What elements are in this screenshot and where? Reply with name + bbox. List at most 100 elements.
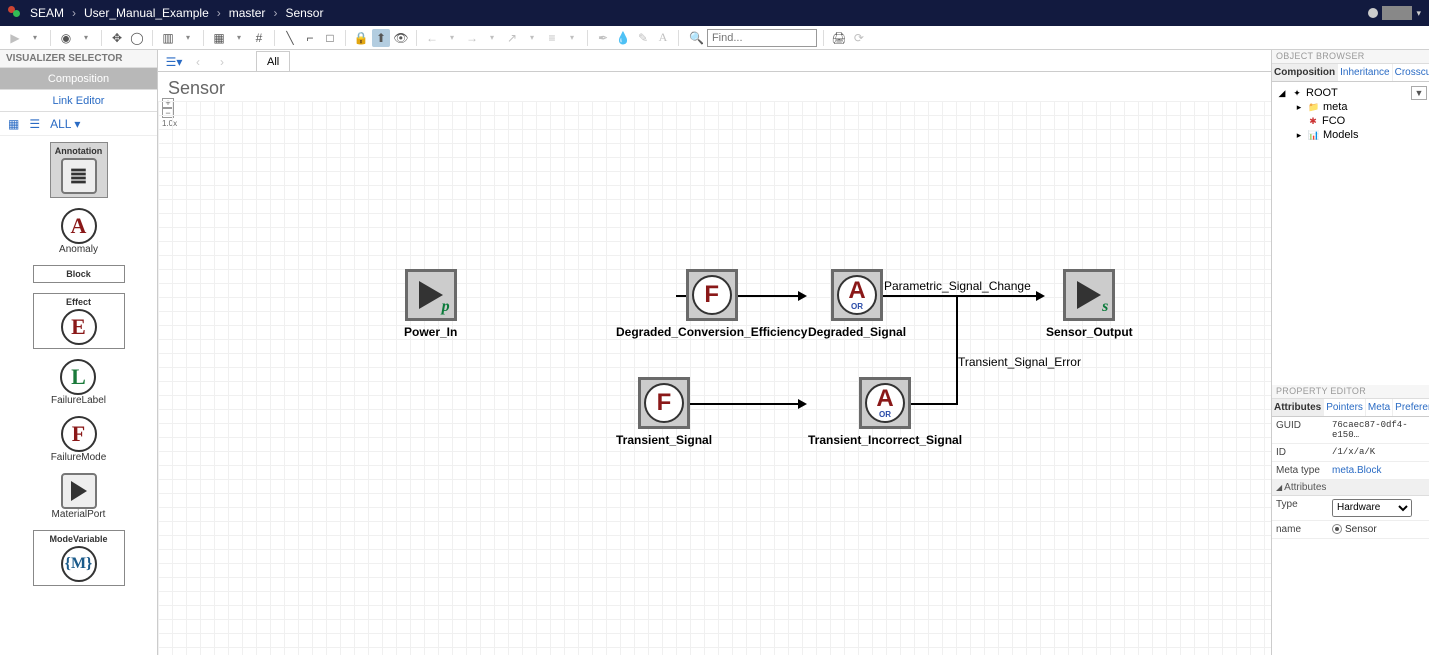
palette-annotation[interactable]: Annotation ≣ xyxy=(50,142,108,198)
page-title: Sensor xyxy=(158,72,1271,101)
triangle-icon xyxy=(1077,281,1101,309)
filter-all[interactable]: ALL ▾ xyxy=(50,117,80,131)
object-tree: ▼ ◢✦ROOT ▸📁meta ✱FCO ▸📊Models xyxy=(1272,82,1429,146)
refresh-icon[interactable]: ⟳ xyxy=(850,29,868,47)
app-logo-icon xyxy=(8,6,22,20)
browser-tabs: Composition Inheritance Crosscut xyxy=(1272,64,1429,82)
tab-preferences[interactable]: Preferences xyxy=(1393,399,1429,416)
breadcrumb[interactable]: User_Manual_Example xyxy=(84,6,209,20)
menu-icon[interactable]: ≡ xyxy=(543,29,561,47)
arrowhead-icon xyxy=(798,399,807,409)
tree-root[interactable]: ◢✦ROOT xyxy=(1276,86,1425,100)
nav-fwd-icon[interactable]: › xyxy=(212,53,232,71)
ink-icon[interactable]: ✒ xyxy=(594,29,612,47)
prop-type: TypeHardware xyxy=(1272,496,1429,521)
tab-composition[interactable]: Composition xyxy=(0,68,157,90)
dropdown-icon[interactable]: ▾ xyxy=(483,29,501,47)
palette: Annotation ≣ A Anomaly Block Effect E L … xyxy=(0,136,157,655)
palette-failurelabel[interactable]: L FailureLabel xyxy=(51,359,106,406)
upload-icon[interactable]: ⬆ xyxy=(372,29,390,47)
tab-crosscut[interactable]: Crosscut xyxy=(1393,64,1429,81)
palette-block[interactable]: Block xyxy=(33,265,125,283)
visualizer-selector-header: VISUALIZER SELECTOR xyxy=(0,50,157,68)
palette-modevariable[interactable]: ModeVariable {M} xyxy=(33,530,125,586)
object-browser-header: OBJECT BROWSER xyxy=(1272,50,1429,64)
arrow-diag-icon[interactable]: ↗ xyxy=(503,29,521,47)
tab-meta[interactable]: Meta xyxy=(1366,399,1393,416)
prop-metatype: Meta typemeta.Block xyxy=(1272,462,1429,480)
record-icon[interactable]: ◉ xyxy=(57,29,75,47)
eye-icon[interactable]: 👁 xyxy=(392,29,410,47)
dropdown-icon[interactable]: ▾ xyxy=(26,29,44,47)
square-icon[interactable]: □ xyxy=(321,29,339,47)
arrow-right-icon[interactable]: → xyxy=(463,29,481,47)
lock-icon[interactable]: 🔒 xyxy=(352,29,370,47)
dropdown-icon[interactable]: ▾ xyxy=(443,29,461,47)
move-icon[interactable]: ✥ xyxy=(108,29,126,47)
failuremode-icon: F xyxy=(61,416,97,452)
dropdown-icon[interactable]: ▾ xyxy=(563,29,581,47)
node-degraded-eff[interactable]: F Degraded_Conversion_Efficiency xyxy=(616,269,807,339)
play-icon[interactable]: ▶ xyxy=(6,29,24,47)
tab-pointers[interactable]: Pointers xyxy=(1324,399,1366,416)
palette-materialport[interactable]: MaterialPort xyxy=(52,473,106,520)
circle-icon[interactable]: ◯ xyxy=(128,29,146,47)
dropdown-icon[interactable]: ▾ xyxy=(179,29,197,47)
node-transient-incorrect[interactable]: AOR Transient_Incorrect_Signal xyxy=(808,377,962,447)
grid-icon[interactable]: ▦ xyxy=(210,29,228,47)
tree-node[interactable]: ▸📁meta xyxy=(1276,100,1425,114)
property-body: GUID76caec87-0df4-e150… ID/1/x/a/K Meta … xyxy=(1272,417,1429,655)
chevron-right-icon: › xyxy=(273,6,277,20)
effect-icon: E xyxy=(61,309,97,345)
angle-icon[interactable]: ⌐ xyxy=(301,29,319,47)
edge-label: Transient_Signal_Error xyxy=(958,355,1081,369)
columns-icon[interactable]: ▥ xyxy=(159,29,177,47)
tab-composition[interactable]: Composition xyxy=(1272,64,1338,81)
tree-node[interactable]: ▸📊Models xyxy=(1276,128,1425,142)
nav-back-icon[interactable]: ‹ xyxy=(188,53,208,71)
top-bar: SEAM › User_Manual_Example › master › Se… xyxy=(0,0,1429,26)
tab-link-editor[interactable]: Link Editor xyxy=(0,90,157,112)
modevariable-icon: {M} xyxy=(61,546,97,582)
tree-node[interactable]: ✱FCO xyxy=(1276,114,1425,128)
drop-icon[interactable]: 💧 xyxy=(614,29,632,47)
arrowhead-icon xyxy=(1036,291,1045,301)
anomaly-icon: A xyxy=(61,208,97,244)
palette-filter: ▦ ☰ ALL ▾ xyxy=(0,112,157,136)
node-sensor-output[interactable]: s Sensor_Output xyxy=(1046,269,1133,339)
pencil-icon[interactable]: ✎ xyxy=(634,29,652,47)
search-input[interactable] xyxy=(707,29,817,47)
user-icon xyxy=(1368,8,1378,18)
print-icon[interactable]: 🖨 xyxy=(830,29,848,47)
list-view-icon[interactable]: ☰ xyxy=(29,117,40,131)
palette-effect[interactable]: Effect E xyxy=(33,293,125,349)
node-transient-signal[interactable]: F Transient_Signal xyxy=(616,377,712,447)
dropdown-icon[interactable]: ▾ xyxy=(230,29,248,47)
node-power-in[interactable]: p Power_In xyxy=(404,269,457,339)
arrow-left-icon[interactable]: ← xyxy=(423,29,441,47)
prop-section-attributes[interactable]: ◢Attributes xyxy=(1272,480,1429,496)
palette-failuremode[interactable]: F FailureMode xyxy=(51,416,107,463)
list-view-icon[interactable]: ☰▾ xyxy=(164,53,184,71)
breadcrumb[interactable]: Sensor xyxy=(285,6,323,20)
canvas-area: ☰▾ ‹ › All Sensor + − 1.0x LL Parametric… xyxy=(158,50,1271,655)
breadcrumb[interactable]: SEAM xyxy=(30,6,64,20)
text-icon[interactable]: A xyxy=(654,29,672,47)
line-icon[interactable]: ╲ xyxy=(281,29,299,47)
node-degraded-signal[interactable]: AOR Degraded_Signal xyxy=(808,269,906,339)
dropdown-icon[interactable]: ▾ xyxy=(77,29,95,47)
hash-icon[interactable]: # xyxy=(250,29,268,47)
diagram-canvas[interactable]: LL Parametric_Signal_Change Transient_Si… xyxy=(158,101,1271,655)
breadcrumb[interactable]: master xyxy=(229,6,266,20)
user-menu[interactable]: ▾ xyxy=(1368,6,1421,20)
prop-name: nameSensor xyxy=(1272,521,1429,539)
dropdown-icon[interactable]: ▾ xyxy=(523,29,541,47)
type-select[interactable]: Hardware xyxy=(1332,499,1412,517)
tab-attributes[interactable]: Attributes xyxy=(1272,399,1324,416)
filter-icon[interactable]: ▼ xyxy=(1411,86,1427,100)
tab-all[interactable]: All xyxy=(256,51,290,71)
property-tabs: Attributes Pointers Meta Preferences xyxy=(1272,399,1429,417)
palette-anomaly[interactable]: A Anomaly xyxy=(59,208,98,255)
grid-view-icon[interactable]: ▦ xyxy=(8,117,19,131)
tab-inheritance[interactable]: Inheritance xyxy=(1338,64,1392,81)
